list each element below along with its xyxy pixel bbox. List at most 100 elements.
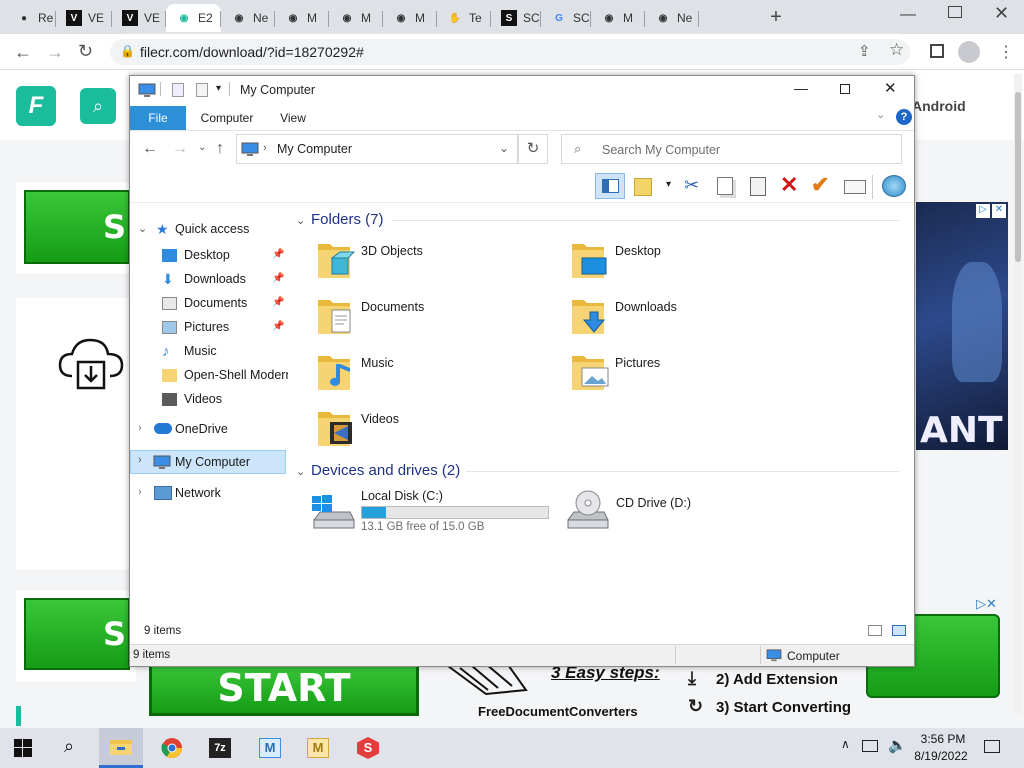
- network-chevron-icon[interactable]: ›: [138, 486, 142, 498]
- nav-item-videos[interactable]: Videos: [130, 388, 290, 412]
- ad-close-icon[interactable]: ✕: [992, 204, 1006, 218]
- folders-header[interactable]: Folders (7): [311, 211, 384, 228]
- delete-icon[interactable]: ✕: [780, 172, 798, 198]
- folder-cube-icon[interactable]: [316, 238, 356, 282]
- site-search-icon[interactable]: ⌕: [80, 88, 116, 124]
- pin-icon[interactable]: 📌: [272, 297, 284, 308]
- quick-access[interactable]: Quick access: [175, 222, 249, 236]
- folder-note-icon[interactable]: [316, 350, 356, 394]
- browser-tab[interactable]: ◉ Ne: [645, 4, 699, 32]
- notifications-icon[interactable]: [984, 740, 1000, 753]
- folders-collapse-icon[interactable]: ⌄: [296, 214, 305, 227]
- folder-label[interactable]: Pictures: [615, 356, 660, 370]
- tab-file[interactable]: File: [130, 106, 186, 130]
- nav-up-icon[interactable]: ↑: [216, 140, 224, 158]
- close-browser-icon[interactable]: ✕: [994, 3, 1009, 24]
- browser-tab[interactable]: V VE: [112, 4, 166, 32]
- network-tray-icon[interactable]: [862, 740, 878, 752]
- side-advertisement[interactable]: ANT ▷ ✕: [916, 202, 1008, 450]
- folder-label[interactable]: Documents: [361, 300, 424, 314]
- folder-film-icon[interactable]: [316, 406, 356, 450]
- taskbar-search-icon[interactable]: ⌕: [64, 736, 74, 757]
- share-icon[interactable]: ⇪: [858, 42, 871, 60]
- search-box[interactable]: ⌕ Search My Computer: [561, 134, 902, 164]
- preview-pane-button[interactable]: [595, 173, 625, 199]
- devices-collapse-icon[interactable]: ⌄: [296, 465, 305, 478]
- local-disk-icon[interactable]: [310, 494, 356, 534]
- bookmark-star-icon[interactable]: ☆: [889, 40, 904, 60]
- properties-quick-icon[interactable]: [172, 83, 184, 97]
- browser-tab[interactable]: G SC: [541, 4, 591, 32]
- browser-tab[interactable]: ◉ M: [383, 4, 437, 32]
- volume-icon[interactable]: 🔈: [888, 736, 907, 754]
- folder-photo-icon[interactable]: [570, 350, 610, 394]
- rename-icon[interactable]: [844, 180, 866, 194]
- cd-drive-icon[interactable]: [564, 490, 610, 534]
- browser-tab[interactable]: ◉ Ne: [221, 4, 275, 32]
- copy-icon[interactable]: [717, 177, 733, 195]
- mail-icon[interactable]: M: [248, 728, 292, 768]
- url-bar[interactable]: 🔒 filecr.com/download/?id=18270292#: [110, 39, 910, 65]
- restore-browser-icon[interactable]: [948, 6, 962, 18]
- clock-time[interactable]: 3:56 PM: [915, 732, 971, 746]
- side-panel-icon[interactable]: [930, 44, 944, 58]
- browser-tab[interactable]: ✋ Te: [437, 4, 491, 32]
- pin-icon[interactable]: 📌: [272, 321, 284, 332]
- android-link[interactable]: Android: [912, 98, 966, 114]
- nav-item-documents[interactable]: Documents 📌: [130, 292, 290, 316]
- address-dropdown-icon[interactable]: ⌄: [499, 141, 509, 155]
- close-window-icon[interactable]: ✕: [884, 79, 897, 97]
- folder-label[interactable]: Downloads: [615, 300, 677, 314]
- minimize-browser-icon[interactable]: —: [900, 6, 920, 26]
- tab-view[interactable]: View: [268, 106, 318, 130]
- details-view-icon[interactable]: [868, 625, 882, 636]
- quick-access-chevron-icon[interactable]: ⌄: [138, 222, 147, 235]
- new-folder-quick-icon[interactable]: [196, 83, 208, 97]
- green-start-button-bottom[interactable]: S: [24, 598, 130, 670]
- my-computer-chevron-icon[interactable]: ›: [138, 454, 142, 466]
- chrome-icon[interactable]: [150, 728, 194, 768]
- tab-computer[interactable]: Computer: [190, 106, 264, 130]
- devices-header[interactable]: Devices and drives (2): [311, 462, 460, 479]
- globe-tool-icon[interactable]: [882, 175, 906, 197]
- new-tab-button[interactable]: +: [762, 6, 790, 30]
- recent-locations-icon[interactable]: ⌄: [198, 142, 206, 153]
- adchoices-icon[interactable]: ▷: [976, 204, 990, 218]
- browser-tab[interactable]: V VE: [56, 4, 112, 32]
- address-bar[interactable]: › My Computer ⌄: [236, 134, 518, 164]
- expand-ribbon-icon[interactable]: ⌄: [876, 108, 885, 121]
- browser-tab[interactable]: ◉ M: [329, 4, 383, 32]
- nav-item-downloads[interactable]: ⬇ Downloads 📌: [130, 268, 290, 292]
- folder-label[interactable]: Videos: [361, 412, 399, 426]
- nav-back-icon[interactable]: ←: [142, 140, 158, 158]
- nav-item-desktop[interactable]: Desktop 📌: [130, 244, 290, 268]
- page-scrollbar[interactable]: [1014, 74, 1022, 714]
- green-start-button-top[interactable]: S: [24, 190, 130, 264]
- network[interactable]: Network: [175, 486, 221, 500]
- folder-label[interactable]: 3D Objects: [361, 244, 423, 258]
- back-icon[interactable]: ←: [14, 42, 32, 63]
- nav-item-music[interactable]: ♪ Music: [130, 340, 290, 364]
- pin-icon[interactable]: 📌: [272, 273, 284, 284]
- paste-icon[interactable]: [750, 177, 766, 196]
- onedrive[interactable]: OneDrive: [175, 422, 228, 436]
- cd-drive-label[interactable]: CD Drive (D:): [616, 496, 691, 510]
- file-explorer-icon[interactable]: [99, 728, 143, 768]
- nav-item-pictures[interactable]: Pictures 📌: [130, 316, 290, 340]
- browser-tab[interactable]: ● Re: [6, 4, 56, 32]
- folder-monitor-icon[interactable]: [570, 238, 610, 282]
- 7zip-icon[interactable]: 7z: [198, 728, 242, 768]
- s-app-icon[interactable]: S: [346, 728, 390, 768]
- folder-arrow-icon[interactable]: [570, 294, 610, 338]
- browser-tab[interactable]: ◉ M: [275, 4, 329, 32]
- adchoices-bottom-icon[interactable]: ▷✕: [976, 596, 997, 612]
- folder-label[interactable]: Desktop: [615, 244, 661, 258]
- layout-button[interactable]: [634, 178, 652, 196]
- cut-icon[interactable]: ✂: [684, 175, 699, 196]
- onedrive-chevron-icon[interactable]: ›: [138, 422, 142, 434]
- folder-doc-icon[interactable]: [316, 294, 356, 338]
- nav-item-open-shell-modern[interactable]: Open-Shell Modern: [130, 364, 290, 388]
- help-icon[interactable]: ?: [896, 109, 912, 125]
- forward-icon[interactable]: →: [46, 42, 64, 63]
- nav-my-computer[interactable]: › My Computer: [130, 450, 286, 474]
